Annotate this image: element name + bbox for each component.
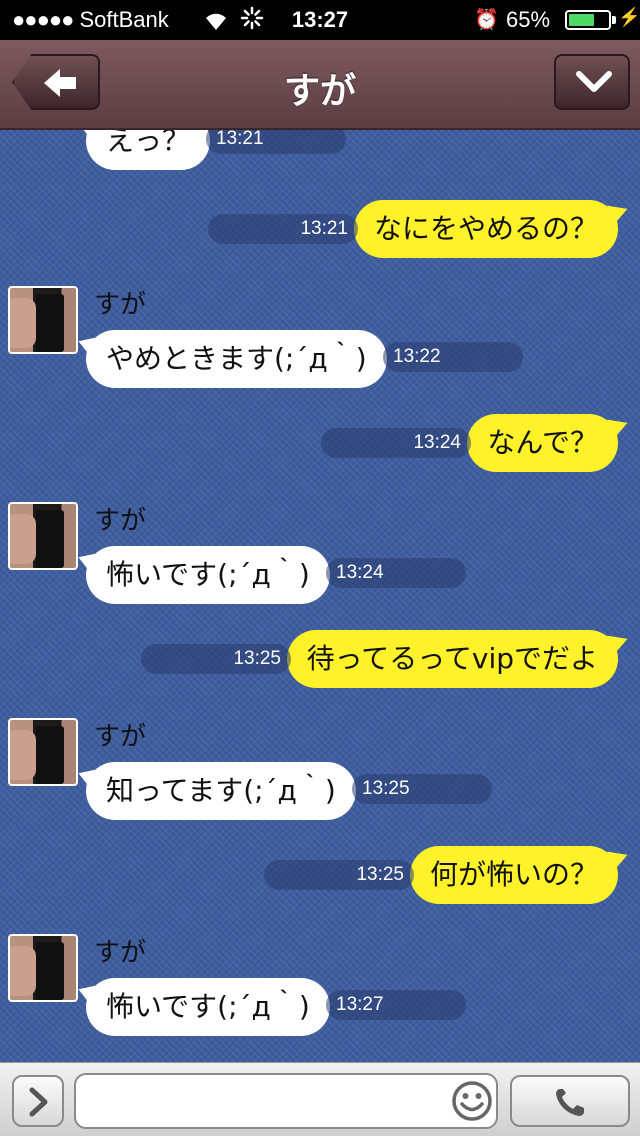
message-time: 13:27 [326,990,466,1020]
chat-area[interactable]: えっ？ 13:21 なにをやめるの？ 13:21 すが やめときます(;´д｀) 13:22… [0,130,640,1062]
message-time: 13:25 [264,860,414,890]
avatar[interactable] [8,286,78,354]
page-title: すが [283,71,356,112]
message-time: 13:21 [206,130,346,154]
nav-bar: すが [0,40,640,130]
incoming-message: すが怖いです(;´д｀) 13:27 [0,934,640,1054]
phone-icon [552,1085,590,1123]
sender-name: すが [94,722,147,752]
message-bubble[interactable]: 何が怖いの？ [409,846,618,904]
sender-name: すが [94,506,147,536]
message-bubble[interactable]: やめときます(;´д｀) [86,330,387,388]
call-button[interactable] [510,1075,630,1127]
battery-level [569,14,594,26]
message-bubble[interactable]: なんで？ [467,414,618,472]
message-bubble[interactable]: 怖いです(;´д｀) [86,978,330,1036]
message-bubble[interactable]: えっ？ [86,130,211,170]
battery-icon [565,10,611,30]
sender-name: すが [94,938,147,968]
incoming-message: すが知ってます(;´д｀) 13:25 [0,718,640,838]
avatar[interactable] [8,718,78,786]
battery-percent: 65% [506,7,551,32]
incoming-message: すがやめときます(;´д｀) 13:22 [0,286,640,406]
message-time: 13:22 [383,342,523,372]
menu-toggle-button[interactable] [554,54,630,110]
message-time: 13:24 [326,558,466,588]
message-time: 13:25 [141,644,291,674]
charging-bolt-icon: ⚡ [618,7,640,27]
chevron-right-icon [26,1087,52,1121]
alarm-clock-icon: ⏰ [474,9,499,31]
battery-tip [612,16,616,24]
status-bar: ●●●●● SoftBank 13:27 ⏰ 65% ⚡ [0,0,640,40]
message-time: 13:24 [321,428,471,458]
chevron-down-icon [576,70,612,100]
message-input[interactable] [74,1073,498,1129]
avatar[interactable] [8,502,78,570]
message-bubble[interactable]: 知ってます(;´д｀) [86,762,356,820]
sender-name: すが [94,290,147,320]
expand-button[interactable] [12,1075,64,1127]
input-bar [0,1062,640,1136]
message-time: 13:25 [352,774,492,804]
message-time: 13:21 [208,214,358,244]
avatar[interactable] [8,934,78,1002]
message-bubble[interactable]: 待ってるってvipでだよ [286,630,618,688]
smiley-icon[interactable] [450,1079,494,1123]
incoming-message: すが怖いです(;´д｀) 13:24 [0,502,640,622]
message-bubble[interactable]: 怖いです(;´д｀) [86,546,330,604]
message-bubble[interactable]: なにをやめるの？ [353,200,618,258]
